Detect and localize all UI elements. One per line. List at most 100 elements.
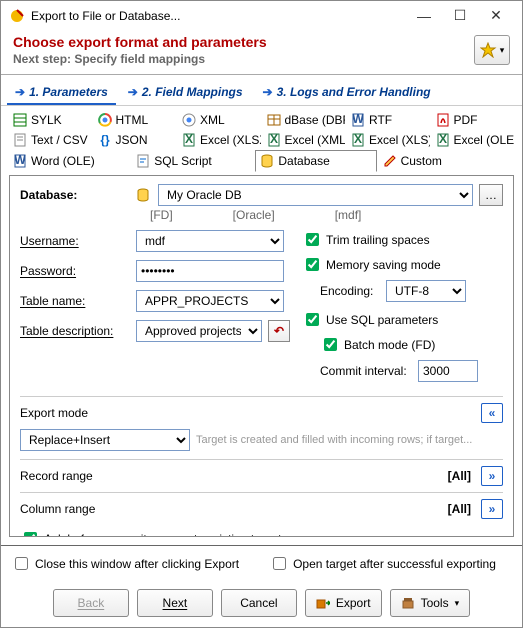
export-mode-label: Export mode bbox=[20, 406, 88, 420]
format-custom[interactable]: Custom bbox=[379, 150, 500, 172]
format-excel-ole[interactable]: XExcel (OLE) bbox=[432, 130, 515, 150]
username-field[interactable]: mdf bbox=[136, 230, 284, 252]
arrow-icon: ➔ bbox=[15, 85, 25, 99]
format-xml[interactable]: XML bbox=[178, 110, 261, 130]
pdf-icon bbox=[436, 113, 450, 127]
word-icon: W bbox=[351, 113, 365, 127]
format-rtf[interactable]: WRTF bbox=[347, 110, 430, 130]
parameters-panel: Database: My Oracle DB … [FD] [Oracle] [… bbox=[9, 175, 514, 537]
database-label: Database: bbox=[20, 188, 130, 202]
column-range-expand-button[interactable]: » bbox=[481, 499, 503, 519]
excel-icon: X bbox=[267, 133, 281, 147]
format-dbase[interactable]: dBase (DBF) bbox=[263, 110, 346, 130]
tag-fd: [FD] bbox=[150, 208, 173, 222]
batch-mode-checkbox[interactable]: Batch mode (FD) bbox=[320, 335, 503, 354]
format-json[interactable]: {}JSON bbox=[94, 130, 177, 150]
record-range-expand-button[interactable]: » bbox=[481, 466, 503, 486]
svg-text:X: X bbox=[269, 133, 277, 146]
favorites-button[interactable]: ▾ bbox=[474, 35, 510, 65]
format-word-ole[interactable]: WWord (OLE) bbox=[9, 150, 130, 172]
tag-mdf: [mdf] bbox=[335, 208, 362, 222]
database-browse-button[interactable]: … bbox=[479, 184, 503, 206]
window-title: Export to File or Database... bbox=[31, 9, 406, 23]
header: Choose export format and parameters Next… bbox=[1, 30, 522, 75]
chrome-icon bbox=[98, 113, 112, 127]
text-icon bbox=[13, 133, 27, 147]
page-title: Choose export format and parameters bbox=[13, 34, 474, 50]
excel-icon: X bbox=[436, 133, 450, 147]
svg-text:{}: {} bbox=[100, 133, 110, 147]
back-button[interactable]: Back bbox=[53, 589, 129, 617]
pencil-icon bbox=[383, 154, 397, 168]
format-xlsx[interactable]: XExcel (XLSX) bbox=[178, 130, 261, 150]
sheet-icon bbox=[13, 113, 27, 127]
revert-desc-button[interactable]: ↶ bbox=[268, 320, 290, 342]
database-icon bbox=[260, 154, 274, 168]
password-field[interactable] bbox=[136, 260, 284, 282]
format-csv[interactable]: Text / CSV bbox=[9, 130, 92, 150]
titlebar: Export to File or Database... — ☐ ✕ bbox=[1, 1, 522, 30]
record-range-value: [All] bbox=[448, 469, 471, 483]
tab-label: 3. Logs and Error Handling bbox=[277, 85, 431, 99]
format-xls[interactable]: XExcel (XLS) bbox=[347, 130, 430, 150]
arrow-icon: ➔ bbox=[128, 85, 138, 99]
password-label: Password: bbox=[20, 264, 130, 278]
excel-icon: X bbox=[182, 133, 196, 147]
svg-text:X: X bbox=[354, 133, 362, 146]
tools-button[interactable]: Tools▾ bbox=[390, 589, 471, 617]
footer: Close this window after clicking Export … bbox=[1, 545, 522, 627]
word-icon: W bbox=[13, 154, 27, 168]
export-mode-select[interactable]: Replace+Insert bbox=[20, 429, 190, 451]
format-sql-script[interactable]: SQL Script bbox=[132, 150, 253, 172]
maximize-button[interactable]: ☐ bbox=[442, 7, 478, 24]
tab-parameters[interactable]: ➔ 1. Parameters bbox=[7, 81, 116, 105]
close-after-checkbox[interactable]: Close this window after clicking Export bbox=[11, 554, 239, 573]
table-icon bbox=[267, 113, 281, 127]
excel-icon: X bbox=[351, 133, 365, 147]
username-label: Username: bbox=[20, 234, 130, 248]
export-icon bbox=[316, 596, 330, 610]
tag-oracle: [Oracle] bbox=[233, 208, 275, 222]
commit-interval-field[interactable] bbox=[418, 360, 478, 382]
database-select[interactable]: My Oracle DB bbox=[158, 184, 473, 206]
record-range-label: Record range bbox=[20, 469, 93, 483]
open-after-checkbox[interactable]: Open target after successful exporting bbox=[269, 554, 496, 573]
close-button[interactable]: ✕ bbox=[478, 7, 514, 24]
minimize-button[interactable]: — bbox=[406, 8, 442, 24]
ask-overwrite-checkbox[interactable]: Ask before overwrite or empty existing t… bbox=[20, 529, 503, 537]
svg-text:W: W bbox=[14, 154, 26, 167]
tab-logs-errors[interactable]: ➔3. Logs and Error Handling bbox=[255, 81, 439, 105]
app-icon bbox=[9, 8, 25, 24]
tab-label: 2. Field Mappings bbox=[142, 85, 243, 99]
encoding-select[interactable]: UTF-8 bbox=[386, 280, 466, 302]
tools-icon bbox=[401, 596, 415, 610]
export-mode-collapse-button[interactable]: « bbox=[481, 403, 503, 423]
format-html[interactable]: HTML bbox=[94, 110, 177, 130]
database-icon bbox=[136, 188, 152, 202]
next-button[interactable]: Next bbox=[137, 589, 213, 617]
chrome-icon bbox=[182, 113, 196, 127]
tab-field-mappings[interactable]: ➔ 2. Field Mappings bbox=[120, 81, 251, 105]
svg-text:X: X bbox=[438, 133, 446, 146]
use-sql-checkbox[interactable]: Use SQL parameters bbox=[302, 310, 503, 329]
table-desc-select[interactable]: Approved projects bbox=[136, 320, 262, 342]
encoding-label: Encoding: bbox=[320, 284, 380, 298]
commit-interval-label: Commit interval: bbox=[320, 364, 412, 378]
cancel-button[interactable]: Cancel bbox=[221, 589, 297, 617]
sql-icon bbox=[136, 154, 150, 168]
export-mode-hint: Target is created and filled with incomi… bbox=[196, 434, 503, 446]
export-button[interactable]: Export bbox=[305, 589, 382, 617]
memory-saving-checkbox[interactable]: Memory saving mode bbox=[302, 255, 503, 274]
column-range-label: Column range bbox=[20, 502, 95, 516]
trim-checkbox[interactable]: Trim trailing spaces bbox=[302, 230, 503, 249]
format-excel-xml[interactable]: XExcel (XML) bbox=[263, 130, 346, 150]
tab-label: 1. Parameters bbox=[29, 85, 108, 99]
svg-text:X: X bbox=[185, 133, 193, 146]
table-name-label: Table name: bbox=[20, 294, 130, 308]
format-sylk[interactable]: SYLK bbox=[9, 110, 92, 130]
table-name-select[interactable]: APPR_PROJECTS bbox=[136, 290, 284, 312]
format-pdf[interactable]: PDF bbox=[432, 110, 515, 130]
json-icon: {} bbox=[98, 133, 112, 147]
column-range-value: [All] bbox=[448, 502, 471, 516]
format-database[interactable]: Database bbox=[255, 150, 376, 172]
